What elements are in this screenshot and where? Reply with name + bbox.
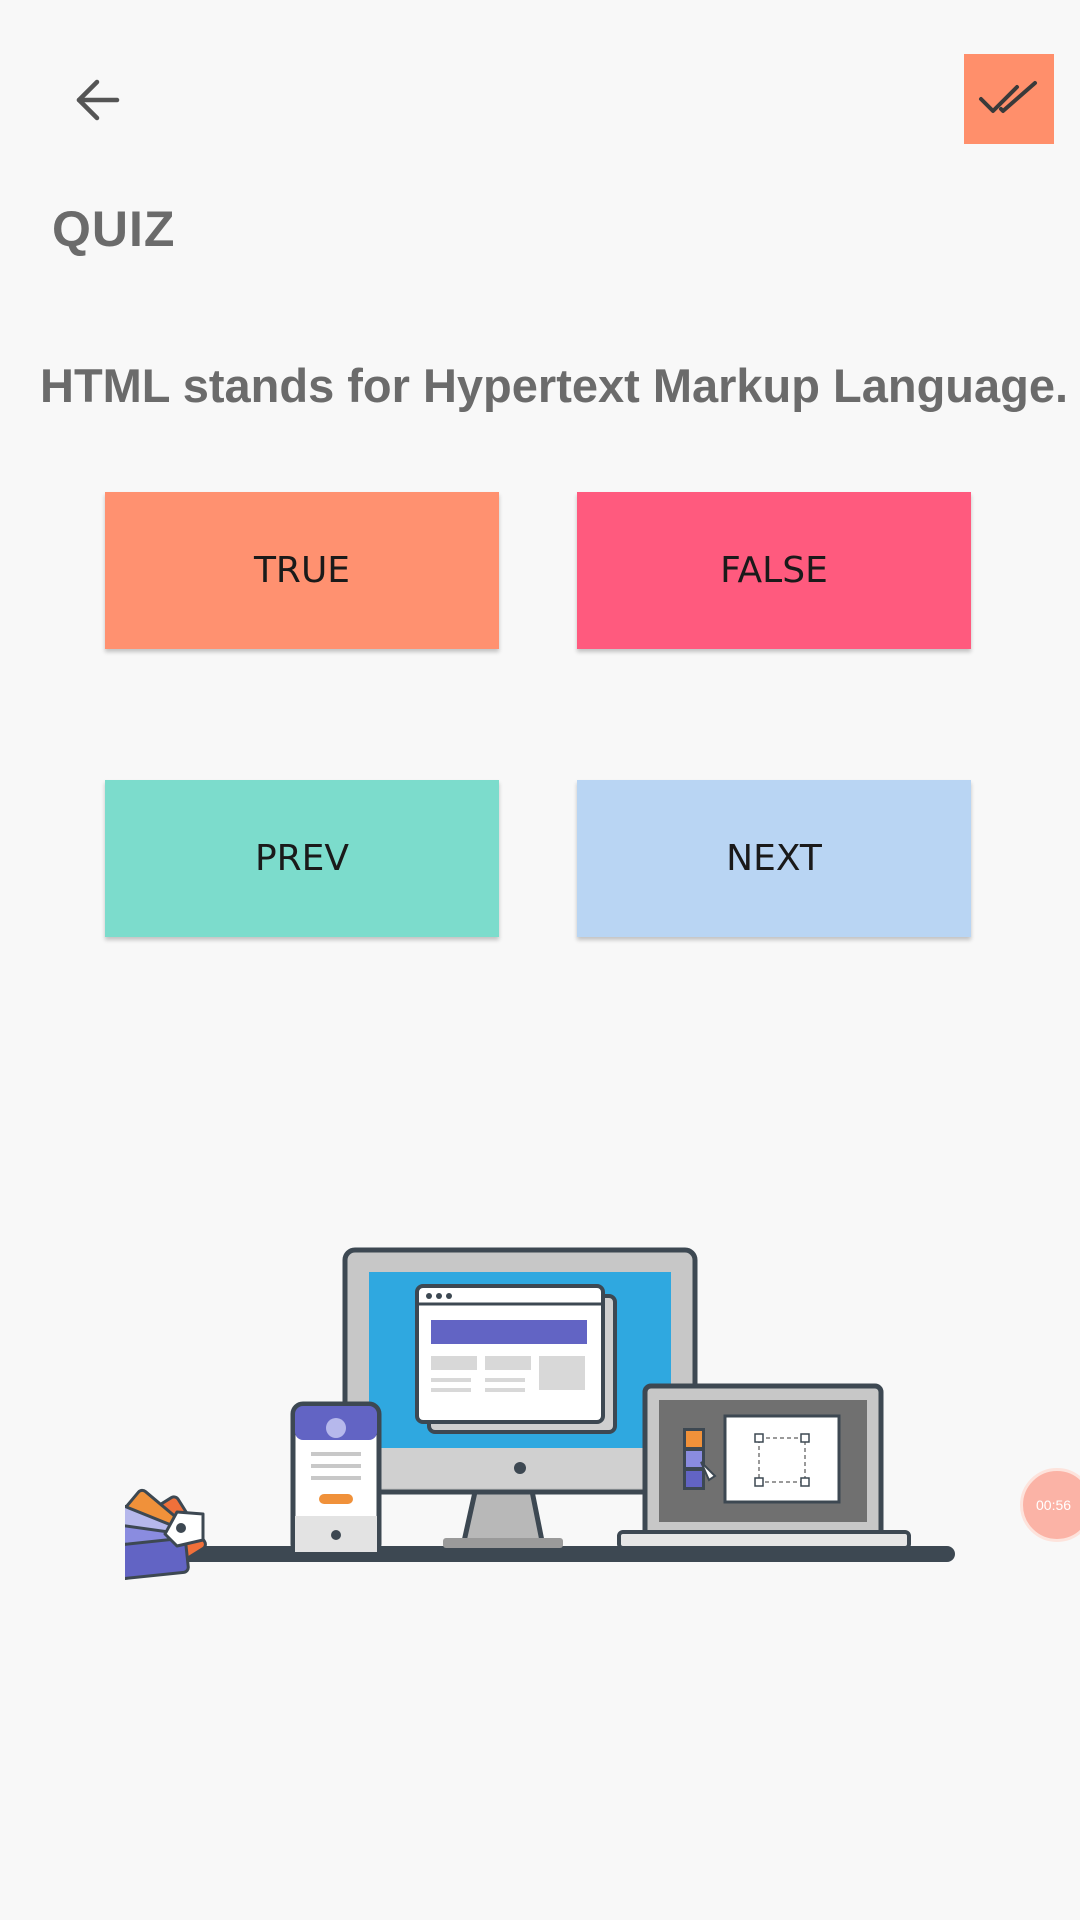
false-button[interactable]: FALSE (577, 492, 971, 649)
prev-button[interactable]: PREV (105, 780, 499, 937)
timer-text: 00:56 (1036, 1497, 1072, 1513)
true-button[interactable]: TRUE (105, 492, 499, 649)
question-text: HTML stands for Hypertext Markup Languag… (40, 359, 1069, 412)
timer-badge[interactable]: 00:56 (1020, 1468, 1080, 1542)
true-button-label: TRUE (253, 550, 351, 591)
devices-illustration (125, 1247, 955, 1580)
quiz-screen: QUIZ HTML stands for Hypertext Markup La… (0, 0, 1080, 1920)
prev-button-label: PREV (254, 838, 350, 879)
arrow-left-icon (76, 79, 120, 121)
page-title: QUIZ (52, 201, 176, 257)
next-button-label: NEXT (726, 838, 822, 879)
submit-button[interactable] (964, 54, 1054, 144)
back-button[interactable] (62, 70, 132, 130)
next-button[interactable]: NEXT (577, 780, 971, 937)
double-check-icon (979, 81, 1037, 113)
false-button-label: FALSE (720, 550, 828, 591)
